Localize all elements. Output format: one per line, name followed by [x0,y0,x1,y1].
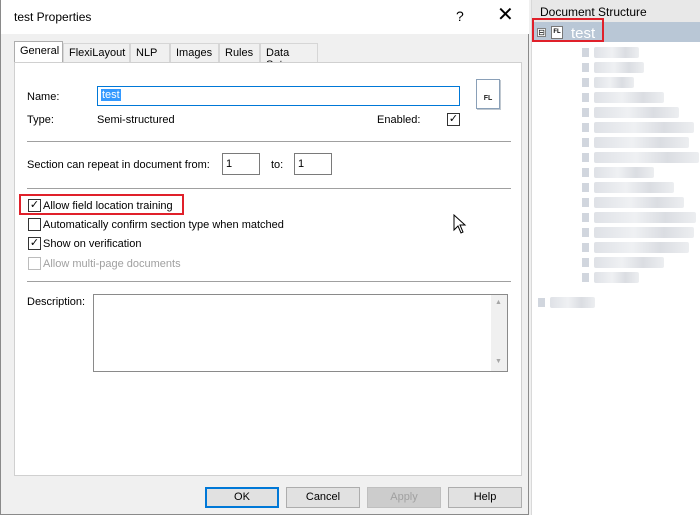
tree-item-blurred [594,257,664,268]
tree-item-blurred [594,137,689,148]
tree-item-blurred [594,182,674,193]
tree-node-icon [582,168,589,177]
close-icon[interactable]: ✕ [497,5,514,25]
name-value: test [101,89,121,101]
scroll-down-icon[interactable]: ▼ [495,358,502,365]
tree-node-icon [582,48,589,57]
tree-item-blurred [594,107,679,118]
description-textarea[interactable]: ▲ ▼ [93,294,508,372]
apply-button[interactable]: Apply [367,487,441,508]
description-scrollbar[interactable]: ▲ ▼ [491,295,507,371]
tab-data-sets[interactable]: Data Sets [260,43,318,71]
allow-multi-page-checkbox[interactable] [28,257,41,270]
show-on-verification-checkbox[interactable]: ✓ [28,237,41,250]
ok-button[interactable]: OK [205,487,279,508]
tree-node-icon [582,78,589,87]
tree-item-blurred [594,47,639,58]
to-label: to: [271,159,284,171]
dialog-titlebar[interactable]: test Properties ? ✕ [1,0,529,34]
repeat-from-input[interactable] [222,153,260,175]
enabled-checkbox[interactable]: ✓ [447,113,460,126]
repeat-label: Section can repeat in document from: [27,159,210,171]
enabled-label: Enabled: [377,114,421,126]
tree-item-blurred [594,62,644,73]
general-tab-panel: Name: test FL Type: Semi-structured Enab… [14,62,522,476]
divider [27,188,511,189]
tree-item-blurred [594,227,694,238]
name-input[interactable]: test [97,86,460,106]
scroll-up-icon[interactable]: ▲ [495,299,502,306]
document-structure-panel: Document Structure ⊟ FL test [532,0,700,515]
tree-node-icon [582,123,589,132]
dialog-title: test Properties [14,10,92,24]
cancel-button[interactable]: Cancel [286,487,360,508]
tree-item-blurred [594,212,696,223]
show-on-verification-label[interactable]: Show on verification [43,238,141,250]
tree-node-icon [582,228,589,237]
tree-node-icon [582,108,589,117]
tree-item-blurred [594,122,694,133]
type-value: Semi-structured [97,114,175,126]
tree-item-blurred [594,242,689,253]
field-training-highlight-box [19,194,184,215]
tab-images[interactable]: Images [170,43,219,63]
name-label: Name: [27,91,60,103]
tab-flexilayout[interactable]: FlexiLayout [63,43,130,63]
tree-node-icon [582,93,589,102]
tree-node-icon [582,138,589,147]
auto-confirm-section-type-checkbox[interactable] [28,218,41,231]
help-button[interactable]: Help [448,487,522,508]
tree-item-blurred [594,272,639,283]
tree-item-highlight-box [532,18,604,42]
description-label: Description: [27,296,86,308]
tree-node-icon [582,153,589,162]
allow-multi-page-label: Allow multi-page documents [43,258,181,270]
divider [27,281,511,282]
tree-item-blurred [594,77,634,88]
tree-node-icon [582,243,589,252]
tree-item-blurred [550,297,595,308]
tree-item-blurred [594,167,654,178]
tree-node-icon [582,258,589,267]
type-label: Type: [27,114,54,126]
tree-node-icon [582,183,589,192]
tab-nlp[interactable]: NLP [130,43,170,63]
tree-node-icon [538,298,545,307]
tree-node-icon [582,198,589,207]
flexilayout-icon: FL [476,79,500,109]
help-icon[interactable]: ? [456,8,464,24]
mouse-cursor-icon [453,214,467,234]
auto-confirm-section-type-label[interactable]: Automatically confirm section type when … [43,219,284,231]
tree-item-blurred [594,197,684,208]
tree-item-blurred [594,152,699,163]
divider [27,141,511,142]
tree-node-icon [582,213,589,222]
tab-general[interactable]: General [14,41,63,63]
tree-node-icon [582,273,589,282]
tab-rules[interactable]: Rules [219,43,260,63]
properties-dialog: test Properties ? ✕ General FlexiLayout … [0,0,529,515]
repeat-to-input[interactable] [294,153,332,175]
tree-item-blurred [594,92,664,103]
tree-node-icon [582,63,589,72]
